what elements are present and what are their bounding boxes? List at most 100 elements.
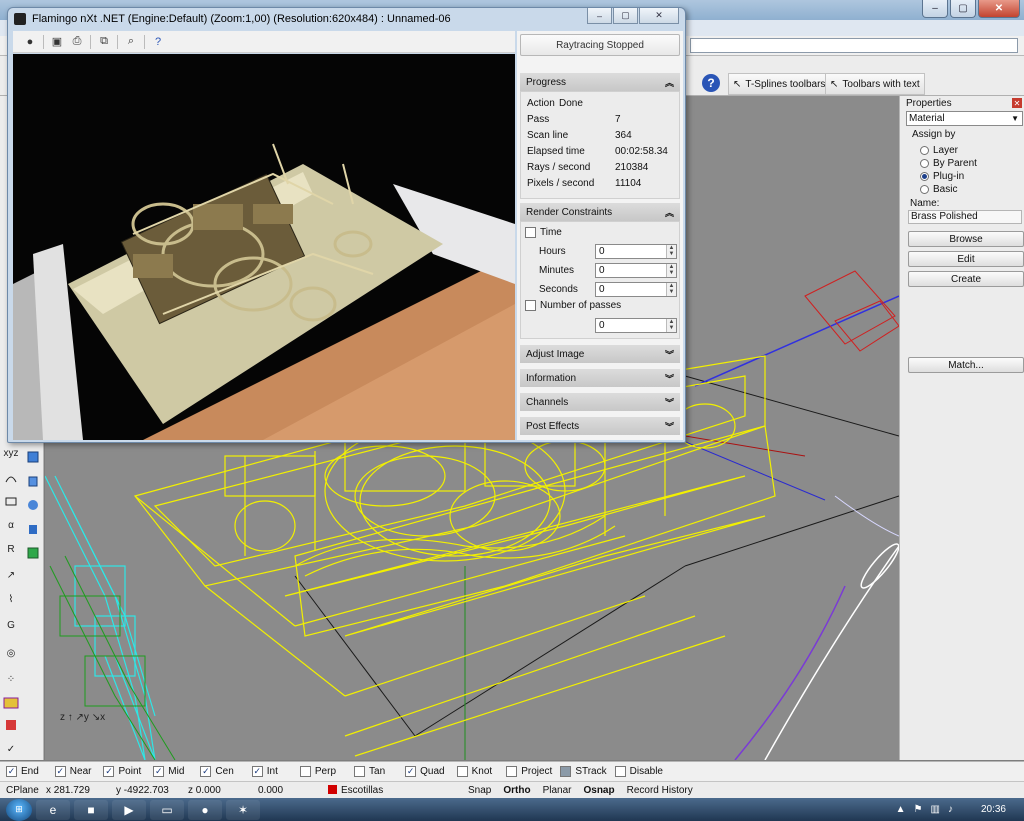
loft-icon[interactable]: ⌇	[2, 590, 20, 608]
osnap-int[interactable]: Int	[251, 766, 278, 777]
flag-icon[interactable]: ⚑	[914, 804, 923, 815]
volume-icon[interactable]: ♪	[948, 804, 953, 815]
number-of-passes-label: Number of passes	[540, 300, 622, 311]
curve-icon[interactable]	[2, 468, 20, 486]
number-of-passes-checkbox[interactable]: Number of passes	[525, 300, 621, 311]
osnap-point[interactable]: Point	[103, 766, 141, 777]
radio-basic[interactable]: Basic	[920, 183, 957, 195]
osnap-toggle[interactable]: Osnap	[577, 785, 620, 796]
rotate-icon[interactable]: ◎	[2, 644, 20, 662]
maximize-icon[interactable]: ▢	[950, 0, 976, 18]
post-effects-section-header[interactable]: Post Effects ︾	[520, 417, 680, 435]
render-constraints-section-header[interactable]: Render Constraints ︽	[520, 203, 680, 221]
edit-button[interactable]: Edit	[908, 251, 1024, 267]
explorer-icon[interactable]: ▭	[150, 799, 184, 820]
print-icon[interactable]: ⎙	[70, 35, 84, 49]
box-icon[interactable]	[24, 472, 42, 490]
osnap-knot[interactable]: Knot	[456, 766, 492, 777]
alpha-icon[interactable]: α	[2, 516, 20, 534]
network-icon[interactable]: ▥	[931, 804, 940, 815]
flamingo-toolbar: ● ▣ ⎙ ⧉ ⌕ ?	[13, 31, 515, 53]
maximize-icon[interactable]: ▢	[613, 8, 638, 24]
osnap-perp[interactable]: Perp	[299, 766, 336, 777]
checkbox-icon	[103, 766, 115, 777]
help-icon[interactable]: ?	[151, 35, 165, 49]
clock[interactable]: 20:36	[981, 804, 1006, 815]
close-icon[interactable]: ✕	[639, 8, 679, 24]
osnap-project[interactable]: Project	[506, 766, 552, 777]
spinner-icon[interactable]: ▲ ▼	[666, 245, 676, 258]
osnap-near[interactable]: Near	[54, 766, 91, 777]
spinner-icon[interactable]: ▲ ▼	[666, 283, 676, 296]
snap-toggle[interactable]: Snap	[462, 785, 497, 796]
time-label: Time	[540, 227, 562, 238]
adjust-image-section-header[interactable]: Adjust Image ︾	[520, 345, 680, 363]
media-player-icon[interactable]: ▶	[112, 799, 146, 820]
record-history-toggle[interactable]: Record History	[621, 785, 699, 796]
check-icon[interactable]: ✓	[2, 740, 20, 758]
material-name-field[interactable]: Brass Polished	[908, 210, 1022, 224]
dimension-icon[interactable]: ↗	[2, 566, 20, 584]
rhino-icon[interactable]: ✶	[226, 799, 260, 820]
close-icon[interactable]: ✕	[1012, 98, 1022, 108]
raytracing-status-button[interactable]: Raytracing Stopped	[520, 34, 680, 56]
create-button[interactable]: Create	[908, 271, 1024, 287]
osnap-disable[interactable]: Disable	[614, 766, 663, 777]
close-icon[interactable]: ✕	[978, 0, 1020, 18]
osnap-end[interactable]: End	[6, 766, 39, 777]
ortho-toggle[interactable]: Ortho	[497, 785, 536, 796]
osnap-cen[interactable]: Cen	[200, 766, 234, 777]
help-icon[interactable]: ?	[702, 74, 720, 92]
information-section-header[interactable]: Information ︾	[520, 369, 680, 387]
ie-icon[interactable]: e	[36, 799, 70, 820]
passes-value: 0	[599, 320, 605, 331]
elapsed-time-label: Elapsed time	[527, 146, 585, 157]
spinner-icon[interactable]: ▲ ▼	[666, 264, 676, 277]
command-input[interactable]	[690, 38, 1018, 53]
match-button[interactable]: Match...	[908, 357, 1024, 373]
points-icon[interactable]: ⁘	[2, 670, 20, 688]
xyz-icon[interactable]: xyz	[2, 444, 20, 462]
hours-input[interactable]: 0 ▲ ▼	[595, 244, 677, 259]
tray-up-icon[interactable]: ▲	[896, 804, 906, 815]
stop-icon[interactable]: ●	[23, 35, 37, 49]
save-icon[interactable]: ▣	[50, 35, 64, 49]
properties-type-dropdown[interactable]: Material ▼	[906, 111, 1023, 126]
osnap-strack[interactable]: STrack	[560, 766, 607, 777]
progress-section-header[interactable]: Progress ︽	[520, 73, 680, 91]
surface-icon[interactable]	[24, 448, 42, 466]
copy-icon[interactable]: ⧉	[97, 35, 111, 49]
app-circle-icon[interactable]: ●	[188, 799, 222, 820]
minimize-icon[interactable]: –	[587, 8, 612, 24]
seconds-input[interactable]: 0 ▲ ▼	[595, 282, 677, 297]
solid-icon[interactable]	[2, 716, 20, 734]
render-icon[interactable]	[24, 544, 42, 562]
planar-toggle[interactable]: Planar	[537, 785, 578, 796]
minutes-input[interactable]: 0 ▲ ▼	[595, 263, 677, 278]
current-layer[interactable]: Escotillas	[322, 784, 462, 796]
channels-section-header[interactable]: Channels ︾	[520, 393, 680, 411]
radio-plug-in[interactable]: Plug-in	[920, 170, 964, 182]
radio-layer[interactable]: Layer	[920, 144, 958, 156]
minimize-icon[interactable]: –	[922, 0, 948, 18]
osnap-bar: End Near Point Mid Cen Int Perp Tan Quad…	[0, 761, 1024, 781]
osnap-quad[interactable]: Quad	[405, 766, 445, 777]
toolbars-with-text-button[interactable]: ↖ Toolbars with text	[825, 73, 925, 95]
start-button[interactable]: ⊞	[6, 798, 32, 821]
passes-input[interactable]: 0 ▲ ▼	[595, 318, 677, 333]
browse-button[interactable]: Browse	[908, 231, 1024, 247]
analysis-icon[interactable]	[2, 694, 20, 712]
app-red-icon[interactable]: ■	[74, 799, 108, 820]
tsplines-toolbars-button[interactable]: ↖ T-Splines toolbars	[728, 73, 831, 95]
zoom-icon[interactable]: ⌕	[124, 35, 138, 49]
time-checkbox[interactable]: Time	[525, 227, 562, 238]
transform-icon[interactable]: R	[2, 540, 20, 558]
osnap-mid[interactable]: Mid	[153, 766, 184, 777]
radio-by-parent[interactable]: By Parent	[920, 157, 977, 169]
gear-icon[interactable]	[24, 496, 42, 514]
rectangle-icon[interactable]	[2, 492, 20, 510]
spinner-icon[interactable]: ▲ ▼	[666, 319, 676, 332]
continuity-icon[interactable]: G	[2, 616, 20, 634]
osnap-tan[interactable]: Tan	[354, 766, 385, 777]
surface-blue-icon[interactable]	[24, 520, 42, 538]
